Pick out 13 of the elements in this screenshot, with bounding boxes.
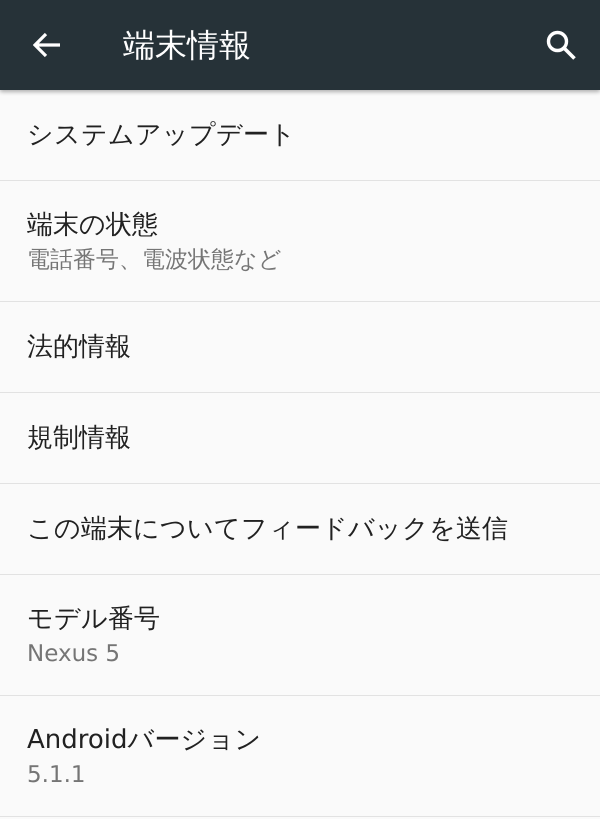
setting-summary: Nexus 5 [27,640,120,668]
setting-title[interactable]: 端末の状態 [27,208,158,242]
setting-title[interactable]: モデル番号 [27,602,160,636]
setting-title[interactable]: 規制情報 [27,421,131,455]
setting-summary: 5.1.1 [27,760,86,790]
screen-title: 端末情報 [123,25,252,65]
setting-title[interactable]: Androidバージョン [27,722,262,756]
setting-title[interactable]: システムアップデート [27,118,296,152]
setting-title[interactable]: この端末についてフィードバックを送信 [27,512,508,546]
back-icon[interactable] [33,32,61,58]
setting-summary: 電話番号、電波状態など [27,246,282,274]
setting-title[interactable]: 法的情報 [27,330,131,364]
search-icon[interactable] [546,30,576,60]
